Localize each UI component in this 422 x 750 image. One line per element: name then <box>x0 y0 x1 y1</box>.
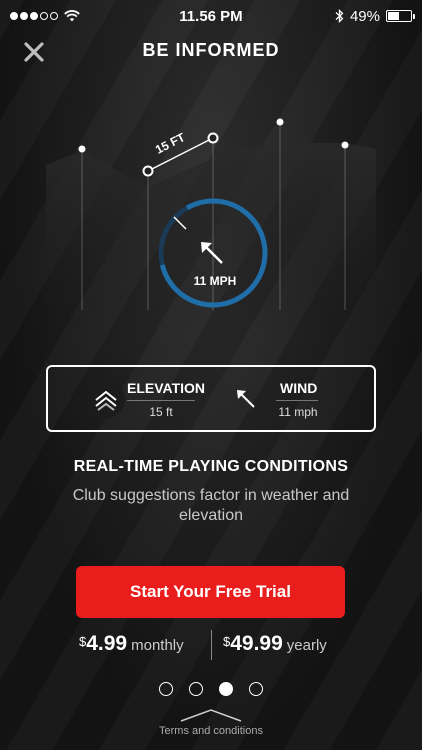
monthly-price[interactable]: $ 4.99 monthly <box>79 632 184 656</box>
yearly-amount: 49.99 <box>230 632 283 655</box>
elevation-chevrons-icon <box>87 380 125 418</box>
elevation-divider <box>127 400 195 401</box>
terrain-graphic: 15 FT 11 MPH <box>46 118 376 335</box>
terrain-pin <box>276 118 284 126</box>
bluetooth-icon <box>335 9 344 23</box>
terrain-pin <box>341 141 349 149</box>
monthly-period: monthly <box>131 637 184 654</box>
elevation-label: ELEVATION <box>127 380 206 396</box>
yearly-price[interactable]: $ 49.99 yearly <box>223 632 327 656</box>
battery-fill <box>388 12 399 20</box>
terrain-pin <box>78 145 86 153</box>
page-dot[interactable] <box>159 682 173 696</box>
battery-icon <box>386 10 415 22</box>
start-free-trial-button[interactable]: Start Your Free Trial <box>76 566 345 618</box>
feature-headline: REAL-TIME PLAYING CONDITIONS <box>73 458 349 475</box>
status-bar: 11.56 PM 49% <box>0 0 422 32</box>
page-dot[interactable] <box>219 682 233 696</box>
feature-description: Club suggestions factor in weather and e… <box>72 487 350 524</box>
elevation-icon-wrap <box>86 379 126 419</box>
page-dot[interactable] <box>249 682 263 696</box>
chevron-up-icon <box>180 709 242 722</box>
status-left <box>10 10 80 22</box>
pricing: $ 4.99 monthly $ 49.99 yearly <box>0 630 422 666</box>
wind-speed-label: 11 MPH <box>194 274 237 288</box>
distance-start-pin <box>142 165 154 177</box>
signal-strength-icon <box>10 12 58 20</box>
yearly-currency: $ <box>223 634 231 649</box>
pricing-divider <box>211 630 212 660</box>
conditions-panel: ELEVATION 15 ft WIND 11 mph <box>46 365 376 432</box>
wind-divider <box>276 400 318 401</box>
page-title: BE INFORMED <box>142 40 280 60</box>
terms-footer[interactable]: Terms and conditions <box>0 705 422 750</box>
wifi-icon <box>64 10 80 22</box>
monthly-currency: $ <box>79 634 87 649</box>
terms-link[interactable]: Terms and conditions <box>0 725 422 737</box>
wind-icon-wrap <box>226 379 266 419</box>
yearly-period: yearly <box>286 637 327 654</box>
header: BE INFORMED <box>0 36 422 66</box>
distance-end-pin <box>207 132 219 144</box>
page-indicator <box>0 682 422 696</box>
wind-arrow-icon <box>237 390 255 408</box>
status-right: 49% <box>335 7 415 25</box>
wind-label: WIND <box>280 380 318 396</box>
page-dot[interactable] <box>189 682 203 696</box>
hero-illustration: 15 FT 11 MPH <box>0 105 422 335</box>
battery-percentage: 49% <box>349 7 380 25</box>
monthly-amount: 4.99 <box>86 632 128 655</box>
elevation-value: 15 ft <box>149 405 173 419</box>
wind-value: 11 mph <box>278 405 318 419</box>
